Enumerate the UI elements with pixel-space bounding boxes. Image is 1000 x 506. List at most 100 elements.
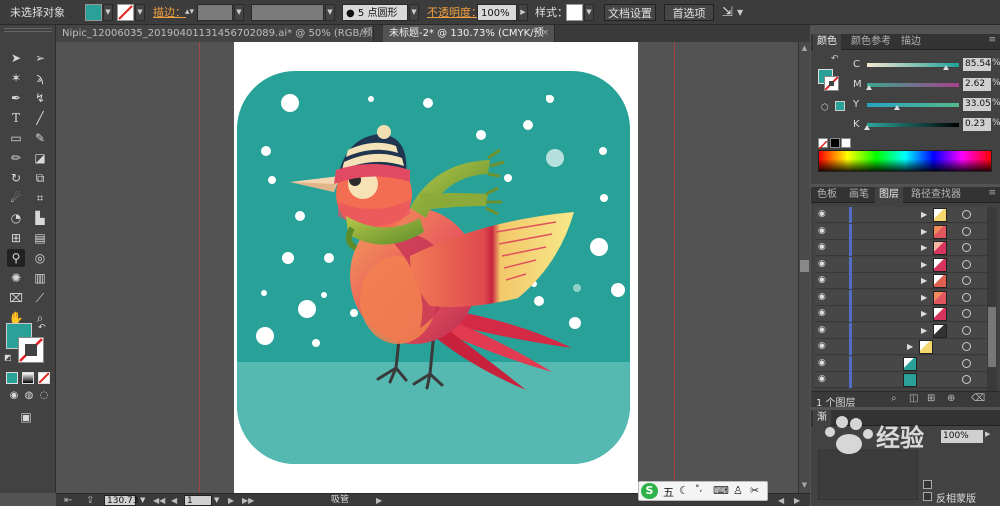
target-circle-icon[interactable] xyxy=(962,342,971,351)
expand-arrow-icon[interactable]: ▶ xyxy=(921,326,927,335)
opacity-dropdown-icon[interactable]: ▶ xyxy=(518,4,528,21)
tab-color-guide[interactable]: 颜色参考 xyxy=(847,34,895,50)
new-layer-icon[interactable]: ⊕ xyxy=(947,393,955,404)
preferences-button[interactable]: 首选项 xyxy=(664,4,714,21)
voice-icon[interactable]: ♙ xyxy=(733,484,743,497)
slider-knob[interactable] xyxy=(894,105,901,110)
scroll-up-icon[interactable]: ▲ xyxy=(799,44,810,54)
layer-row[interactable]: ◉ xyxy=(815,372,987,388)
slider-knob[interactable] xyxy=(866,85,873,90)
status-menu-icon[interactable]: ▶ xyxy=(376,495,382,506)
layer-row[interactable]: ◉ ▶ xyxy=(815,256,987,273)
slider-yellow[interactable]: Y 33.05 % xyxy=(851,96,1000,114)
lock-toggle[interactable] xyxy=(835,258,849,272)
slider-track[interactable] xyxy=(867,103,959,107)
slider-knob[interactable] xyxy=(864,125,871,130)
visibility-eye-icon[interactable]: ◉ xyxy=(818,341,826,351)
expand-arrow-icon[interactable]: ▶ xyxy=(921,243,927,252)
brush-dropdown-icon[interactable]: ▼ xyxy=(409,4,419,21)
pen-tool-icon[interactable]: ✒ xyxy=(7,89,25,107)
lock-toggle[interactable] xyxy=(835,357,849,371)
layer-row[interactable]: ◉ ▶ xyxy=(815,289,987,306)
slider-track[interactable] xyxy=(867,123,959,127)
close-icon[interactable]: × xyxy=(541,25,549,42)
lock-toggle[interactable] xyxy=(835,225,849,239)
slider-black[interactable]: K 0.23 % xyxy=(851,116,1000,134)
next-artboard-icon[interactable]: ▶ xyxy=(228,495,234,506)
slice-tool-icon[interactable]: ⟋ xyxy=(31,289,49,307)
free-transform-tool-icon[interactable]: ⌗ xyxy=(31,189,49,207)
slider-magenta[interactable]: M 2.62 % xyxy=(851,76,1000,94)
expand-arrow-icon[interactable]: ▶ xyxy=(921,260,927,269)
variable-width-dropdown-icon[interactable]: ▼ xyxy=(325,4,335,21)
expand-arrow-icon[interactable]: ▶ xyxy=(921,276,927,285)
brush-definition-field[interactable]: ● 5 点圆形 xyxy=(342,4,408,21)
gradient-mode-icon[interactable] xyxy=(22,372,34,384)
variable-width-field[interactable] xyxy=(251,4,324,21)
target-circle-icon[interactable] xyxy=(962,358,971,368)
perspective-grid-tool-icon[interactable]: ▙ xyxy=(31,209,49,227)
visibility-eye-icon[interactable]: ◉ xyxy=(818,374,826,384)
visibility-eye-icon[interactable]: ◉ xyxy=(818,308,826,318)
eraser-tool-icon[interactable]: ◪ xyxy=(31,149,49,167)
stroke-stepper-icon[interactable]: ▴▾ xyxy=(185,4,195,21)
channel-value-field[interactable]: 2.62 xyxy=(963,78,991,91)
target-circle-icon[interactable] xyxy=(962,259,971,269)
expand-arrow-icon[interactable]: ▶ xyxy=(921,309,927,318)
target-circle-icon[interactable] xyxy=(962,375,971,384)
vertical-scrollbar[interactable]: ▲ ▼ xyxy=(798,42,810,493)
layer-row[interactable]: ◉ ▶ xyxy=(815,273,987,289)
opacity-field[interactable]: 100% xyxy=(477,4,517,21)
close-icon[interactable]: × xyxy=(360,25,368,42)
arrange-documents-icon[interactable]: ⇲ xyxy=(722,4,733,21)
punctuation-icon[interactable]: °, xyxy=(695,484,702,494)
default-colors-icon[interactable]: ◩ xyxy=(4,353,12,362)
clipping-mask-icon[interactable]: ◫ xyxy=(909,393,918,404)
lock-toggle[interactable] xyxy=(835,324,849,338)
draw-inside-icon[interactable]: ◌ xyxy=(35,387,53,405)
target-circle-icon[interactable] xyxy=(962,226,971,236)
tab-color[interactable]: 颜色 xyxy=(813,34,841,50)
lock-toggle[interactable] xyxy=(835,291,849,305)
magic-wand-tool-icon[interactable]: ✶ xyxy=(7,69,25,87)
direct-selection-tool-icon[interactable]: ➢ xyxy=(31,49,49,67)
target-circle-icon[interactable] xyxy=(962,243,971,252)
out-of-gamut-icon[interactable]: ⬡ xyxy=(821,103,829,113)
collapse-icon[interactable]: ⇤ xyxy=(64,495,72,506)
target-circle-icon[interactable] xyxy=(962,276,971,285)
artboard-dropdown-icon[interactable]: ▼ xyxy=(214,495,219,506)
artboard-number-field[interactable]: 1 xyxy=(184,495,212,506)
eyedropper-tool-icon[interactable]: ⚲ xyxy=(7,249,25,267)
layer-row[interactable]: ◉ ▶ xyxy=(815,207,987,223)
hscroll-right-icon[interactable]: ▶ xyxy=(794,495,800,506)
pencil-tool-icon[interactable]: ✏ xyxy=(7,149,25,167)
stroke-dropdown-icon[interactable]: ▼ xyxy=(135,4,145,21)
visibility-eye-icon[interactable]: ◉ xyxy=(818,358,826,368)
mesh-tool-icon[interactable]: ⊞ xyxy=(7,229,25,247)
fill-dropdown-icon[interactable]: ▼ xyxy=(103,4,113,21)
lasso-tool-icon[interactable]: ϡ xyxy=(31,69,49,87)
channel-value-field[interactable]: 85.54 xyxy=(963,58,991,71)
share-icon[interactable]: ⇪ xyxy=(86,495,94,506)
locate-object-icon[interactable]: ⌕ xyxy=(891,393,897,404)
tab-stroke[interactable]: 描边 xyxy=(897,34,925,50)
arrange-dropdown-icon[interactable]: ▼ xyxy=(737,4,743,21)
visibility-eye-icon[interactable]: ◉ xyxy=(818,325,826,335)
ime-mode-label[interactable]: 五 xyxy=(663,484,674,500)
layer-row[interactable]: ◉ ▶ xyxy=(815,240,987,256)
layer-row[interactable]: ◉ ▶ xyxy=(815,306,987,322)
expand-arrow-icon[interactable]: ▶ xyxy=(921,210,927,219)
sogou-logo-icon[interactable]: S xyxy=(641,483,658,499)
curvature-tool-icon[interactable]: ↯ xyxy=(31,89,49,107)
panel-grip[interactable] xyxy=(4,28,52,32)
opacity-dropdown-icon[interactable]: ▶ xyxy=(985,430,990,438)
trash-icon[interactable]: ⌫ xyxy=(971,393,985,404)
stroke-label[interactable]: 描边： xyxy=(153,4,186,21)
tab-pathfinder[interactable]: 路径查找器 xyxy=(907,187,965,203)
zoom-field[interactable]: 130.73 xyxy=(104,495,139,506)
visibility-eye-icon[interactable]: ◉ xyxy=(818,226,826,236)
warp-tool-icon[interactable]: ☄ xyxy=(7,189,25,207)
canvas-area[interactable] xyxy=(56,42,810,493)
layer-row[interactable]: ◉ ▶ xyxy=(815,223,987,240)
scale-tool-icon[interactable]: ⧉ xyxy=(31,169,49,187)
